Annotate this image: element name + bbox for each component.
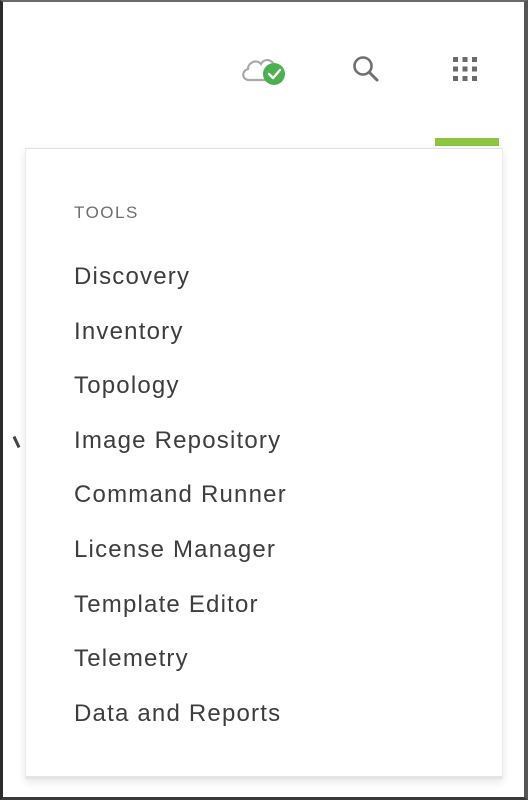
top-toolbar [3, 2, 524, 142]
app-window: TOOLS Discovery Inventory Topology Image… [0, 0, 528, 800]
cloud-check-icon [242, 59, 285, 85]
menu-item-data-and-reports[interactable]: Data and Reports [74, 694, 287, 749]
tools-section-title: TOOLS [74, 203, 139, 222]
menu-item-discovery[interactable]: Discovery [74, 257, 287, 312]
cursor-mark [12, 435, 21, 449]
tools-dropdown-menu: TOOLS Discovery Inventory Topology Image… [25, 148, 503, 779]
apps-menu-button[interactable] [440, 44, 490, 94]
tools-menu-list: Discovery Inventory Topology Image Repos… [74, 257, 287, 748]
search-button[interactable] [341, 44, 391, 94]
menu-item-image-repository[interactable]: Image Repository [74, 421, 287, 476]
menu-item-command-runner[interactable]: Command Runner [74, 475, 287, 530]
cloud-status-button[interactable] [239, 44, 289, 94]
search-icon [353, 56, 379, 82]
active-menu-indicator [435, 138, 499, 146]
grid-icon [453, 57, 477, 81]
menu-item-telemetry[interactable]: Telemetry [74, 639, 287, 694]
menu-item-template-editor[interactable]: Template Editor [74, 585, 287, 640]
menu-item-inventory[interactable]: Inventory [74, 312, 287, 367]
menu-item-topology[interactable]: Topology [74, 366, 287, 421]
menu-item-license-manager[interactable]: License Manager [74, 530, 287, 585]
